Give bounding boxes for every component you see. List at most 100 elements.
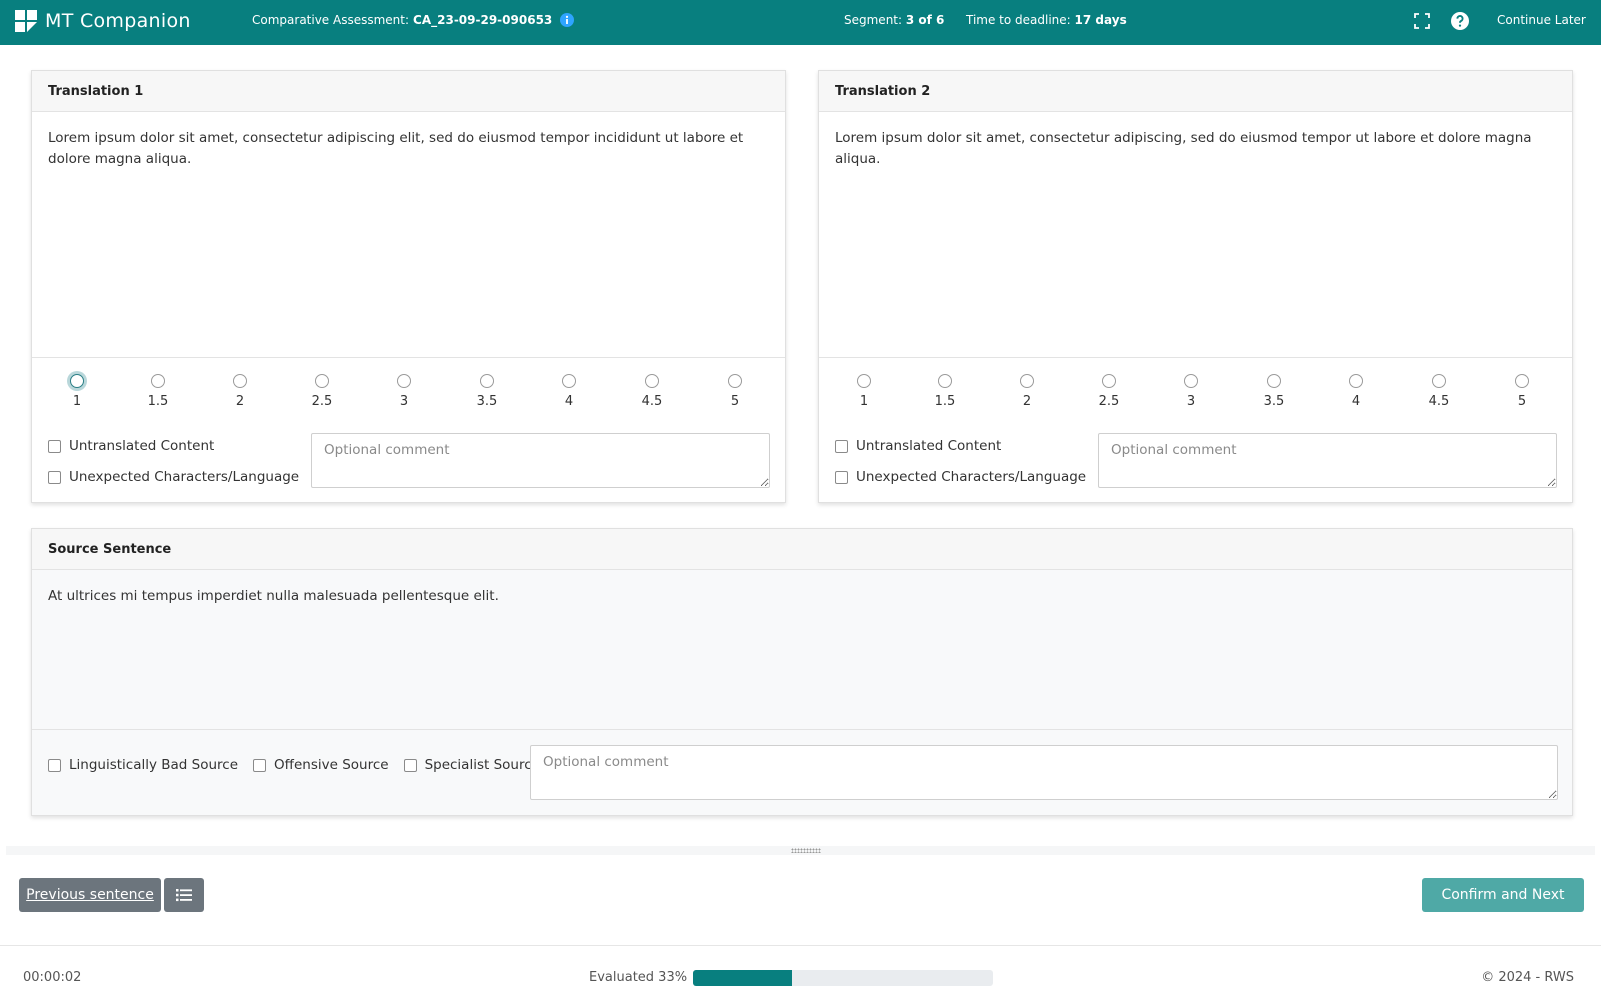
checkbox-label: Untranslated Content [856,438,1002,454]
rating-label: 4.5 [641,394,663,409]
rating-label: 2.5 [311,394,333,409]
rating-option[interactable]: 3.5 [467,374,507,409]
checkbox[interactable] [835,439,848,453]
checkbox-label: Linguistically Bad Source [69,757,239,773]
deadline-indicator: Time to deadline: 17 days [966,13,1127,27]
checkbox[interactable] [48,470,61,484]
rating-option[interactable]: 3 [1171,374,1211,409]
radio-button[interactable] [315,374,329,388]
rating-option[interactable]: 5 [715,374,755,409]
app-name: MT Companion [45,10,191,32]
rating-label: 1 [859,394,869,409]
radio-button[interactable] [151,374,165,388]
radio-button[interactable] [1184,374,1198,388]
elapsed-timer: 00:00:02 [23,970,82,985]
assessment-label: Comparative Assessment: [252,13,410,27]
fullscreen-icon[interactable] [1412,11,1432,31]
previous-sentence-button[interactable]: Previous sentence [19,878,161,912]
rating-label: 2.5 [1098,394,1120,409]
radio-button[interactable] [1349,374,1363,388]
untranslated-content-checkbox[interactable]: Untranslated Content [835,436,1086,456]
list-icon [176,889,192,902]
radio-button[interactable] [70,374,84,388]
radio-button[interactable] [645,374,659,388]
radio-button[interactable] [480,374,494,388]
rating-label: 2 [235,394,245,409]
rating-option[interactable]: 3.5 [1254,374,1294,409]
segment-value: 3 of 6 [905,13,945,27]
help-icon[interactable] [1450,11,1470,31]
rating-option[interactable]: 2 [220,374,260,409]
assessment-id: CA_23-09-29-090653 [413,13,553,27]
translation-1-flags: Untranslated Content Unexpected Characte… [48,436,299,498]
source-title: Source Sentence [32,529,1572,570]
translation-1-panel: Translation 1 Lorem ipsum dolor sit amet… [31,70,786,503]
rating-label: 4 [1351,394,1361,409]
rating-option[interactable]: 2.5 [302,374,342,409]
rating-option[interactable]: 2.5 [1089,374,1129,409]
checkbox[interactable] [835,470,848,484]
translation-2-title: Translation 2 [819,71,1572,112]
translation-2-body: Lorem ipsum dolor sit amet, consectetur … [819,112,1572,358]
rating-option[interactable]: 1 [57,374,97,409]
rating-option[interactable]: 4.5 [632,374,672,409]
resize-splitter[interactable] [6,846,1595,855]
linguistically-bad-source-checkbox[interactable]: Linguistically Bad Source [48,755,238,775]
checkbox[interactable] [403,758,417,772]
checkbox-label: Untranslated Content [69,438,215,454]
checkbox[interactable] [253,758,267,772]
info-icon[interactable] [560,13,575,27]
specialist-source-checkbox[interactable]: Specialist Source [403,755,540,775]
radio-button[interactable] [1267,374,1281,388]
radio-button[interactable] [857,374,871,388]
drag-handle-icon[interactable] [791,848,821,853]
rating-option[interactable]: 4.5 [1419,374,1459,409]
unexpected-characters-checkbox[interactable]: Unexpected Characters/Language [835,467,1086,487]
rating-label: 1 [72,394,82,409]
untranslated-content-checkbox[interactable]: Untranslated Content [48,436,299,456]
source-text: At ultrices mi tempus imperdiet nulla ma… [48,588,499,604]
progress-label: Evaluated 33% [589,970,688,985]
radio-button[interactable] [1515,374,1529,388]
checkbox-label: Unexpected Characters/Language [856,469,1087,485]
radio-button[interactable] [728,374,742,388]
rating-option[interactable]: 4 [1336,374,1376,409]
translation-1-comment-input[interactable] [311,433,770,488]
radio-button[interactable] [1102,374,1116,388]
sentence-list-button[interactable] [164,878,204,912]
radio-button[interactable] [1432,374,1446,388]
rating-label: 4 [564,394,574,409]
assessment-info: Comparative Assessment: CA_23-09-29-0906… [252,13,575,27]
offensive-source-checkbox[interactable]: Offensive Source [253,755,389,775]
logo-icon [15,10,37,32]
progress-bar [693,970,993,986]
rating-option[interactable]: 2 [1007,374,1047,409]
unexpected-characters-checkbox[interactable]: Unexpected Characters/Language [48,467,299,487]
source-body: At ultrices mi tempus imperdiet nulla ma… [32,570,1572,730]
rating-option[interactable]: 3 [384,374,424,409]
rating-label: 4.5 [1428,394,1450,409]
rating-label: 5 [730,394,740,409]
radio-button[interactable] [397,374,411,388]
source-comment-input[interactable] [530,745,1558,800]
rating-option[interactable]: 1.5 [138,374,178,409]
radio-button[interactable] [562,374,576,388]
rating-option[interactable]: 4 [549,374,589,409]
radio-button[interactable] [233,374,247,388]
continue-later-button[interactable]: Continue Later [1497,13,1586,27]
source-flags: Linguistically Bad Source Offensive Sour… [48,755,555,775]
translation-1-title: Translation 1 [32,71,785,112]
radio-button[interactable] [938,374,952,388]
deadline-value: 17 days [1074,13,1127,27]
checkbox[interactable] [48,439,61,453]
rating-option[interactable]: 1 [844,374,884,409]
checkbox[interactable] [48,758,61,772]
confirm-and-next-button[interactable]: Confirm and Next [1422,878,1584,912]
translation-2-comment-input[interactable] [1098,433,1557,488]
app-logo: MT Companion [15,10,191,32]
rating-option[interactable]: 1.5 [925,374,965,409]
rating-label: 1.5 [934,394,956,409]
segment-label: Segment: [844,13,903,27]
radio-button[interactable] [1020,374,1034,388]
rating-option[interactable]: 5 [1502,374,1542,409]
